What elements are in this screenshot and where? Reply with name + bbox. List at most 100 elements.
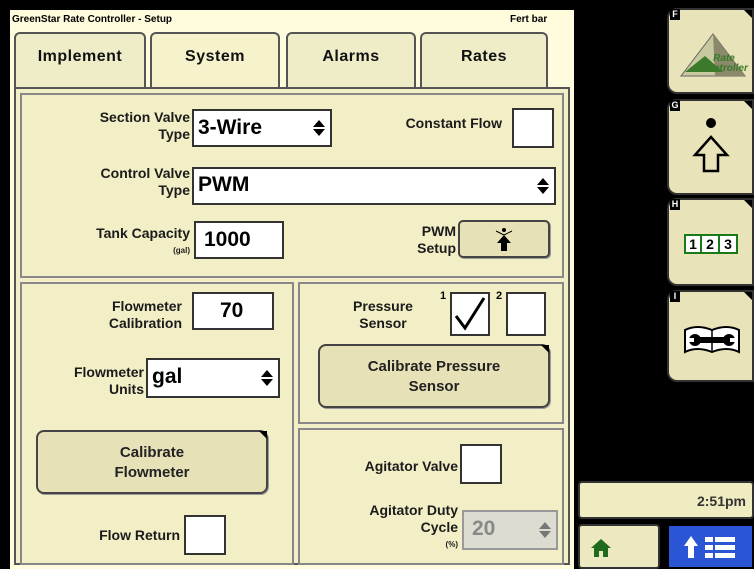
label-line: Cycle <box>420 519 458 535</box>
agitator-duty-unit: (%) <box>445 540 458 549</box>
agitator-duty-select[interactable]: 20 <box>462 510 558 550</box>
agitator-duty-value: 20 <box>472 517 496 540</box>
label-line: Pressure <box>353 298 413 314</box>
label-line: Agitator Duty <box>369 502 458 518</box>
corner-marker <box>744 292 752 300</box>
section-valve-label: Section Valve Type <box>32 109 190 143</box>
pwm-setup-icon <box>495 228 513 251</box>
corner-marker <box>744 101 752 109</box>
flowmeter-group: Flowmeter Calibration 70 Flowmeter Units… <box>20 282 294 565</box>
valve-settings-group: Section Valve Type 3-Wire Constant Flow … <box>20 93 564 278</box>
pressure-sensor-1-checkbox[interactable] <box>450 292 490 336</box>
flowmeter-units-label: Flowmeter Units <box>26 364 144 398</box>
tab-system[interactable]: System <box>150 32 280 89</box>
up-down-icon <box>539 522 551 538</box>
pwm-setup-label: PWM Setup <box>352 223 456 257</box>
tab-label: Alarms <box>322 48 380 65</box>
calibrate-pressure-sensor-button[interactable]: Calibrate Pressure Sensor <box>318 344 550 408</box>
sensor-2-label: 2 <box>496 290 503 302</box>
pwm-setup-button[interactable] <box>458 220 550 258</box>
agitator-valve-label: Agitator Valve <box>364 458 458 474</box>
checkmark-icon <box>454 297 486 331</box>
flowmeter-units-value: gal <box>152 365 183 388</box>
softkey-i[interactable]: I <box>667 290 754 382</box>
section-valve-value: 3-Wire <box>198 116 262 139</box>
softkey-h[interactable]: H 1 2 3 <box>667 198 754 286</box>
label-line: Tank Capacity <box>96 225 190 241</box>
label-line: Flowmeter <box>114 464 190 481</box>
system-panel: Section Valve Type 3-Wire Constant Flow … <box>14 87 570 565</box>
up-down-icon <box>313 120 325 136</box>
sensor-1-label: 1 <box>440 290 447 302</box>
control-valve-label: Control Valve Type <box>32 165 190 199</box>
pressure-sensor-group: Pressure Sensor 1 2 Calibrate Pressure S… <box>298 282 564 424</box>
corner-marker <box>744 10 752 18</box>
up-down-icon <box>537 178 549 194</box>
tank-capacity-value: 1000 <box>204 228 251 251</box>
up-down-icon <box>261 370 273 386</box>
tab-label: Implement <box>37 48 123 65</box>
tab-rates[interactable]: Rates <box>420 32 548 87</box>
tab-implement[interactable]: Implement <box>14 32 146 87</box>
flow-return-label: Flow Return <box>99 527 180 543</box>
label-line: Type <box>158 126 190 142</box>
label-line: Sensor <box>359 315 407 331</box>
digit-1: 1 <box>684 234 702 254</box>
label-line: PWM <box>421 223 456 239</box>
one-two-three-icon: 1 2 3 <box>684 234 738 254</box>
label-line: Calibration <box>108 315 182 331</box>
softkey-letter: I <box>670 291 680 302</box>
softkey-f-rate-controller[interactable]: F Rate Controller <box>667 8 754 94</box>
flowmeter-calibration-input[interactable]: 70 <box>192 292 274 330</box>
calibrate-flowmeter-button[interactable]: Calibrate Flowmeter <box>36 430 268 494</box>
softkey-letter: H <box>670 199 680 210</box>
logo-line: Controller <box>700 63 748 74</box>
home-icon <box>591 539 611 557</box>
label-line: Calibrate <box>119 444 185 461</box>
label-line: Setup <box>417 240 456 256</box>
clock-time: 2:51pm <box>696 493 746 509</box>
clock-display: 2:51pm <box>578 481 754 519</box>
label-line: Sensor <box>408 378 460 395</box>
digit-3: 3 <box>720 234 738 254</box>
control-valve-select[interactable]: PWM <box>192 167 556 205</box>
label-line: Flowmeter <box>73 364 144 380</box>
page-navigation-button[interactable] <box>667 524 754 569</box>
label-line: Units <box>109 381 144 397</box>
label-line: Control Valve <box>100 165 190 181</box>
title-bar: GreenStar Rate Controller - Setup Fert b… <box>10 10 574 29</box>
corner-marker <box>541 345 549 353</box>
tab-label: System <box>185 48 245 65</box>
tank-capacity-label: Tank Capacity (gal) <box>32 225 190 259</box>
constant-flow-checkbox[interactable] <box>512 108 554 148</box>
implement-name: Fert bar <box>510 14 548 25</box>
label-line: Calibrate Pressure <box>367 358 501 375</box>
section-valve-select[interactable]: 3-Wire <box>192 109 332 147</box>
tank-capacity-input[interactable]: 1000 <box>194 221 284 259</box>
agitator-group: Agitator Valve Agitator Duty Cycle (%) 2… <box>298 428 564 565</box>
digit-2: 2 <box>702 234 720 254</box>
home-button[interactable] <box>578 524 660 569</box>
label-line: Type <box>158 182 190 198</box>
up-arrow-dot-icon <box>692 118 730 173</box>
label-line: Flowmeter <box>111 298 182 314</box>
constant-flow-label: Constant Flow <box>405 115 502 131</box>
agitator-valve-checkbox[interactable] <box>460 444 502 484</box>
tab-label: Rates <box>460 48 508 65</box>
manual-wrench-icon <box>684 326 740 354</box>
navigation-menu-icon <box>684 536 735 558</box>
tab-alarms[interactable]: Alarms <box>286 32 416 87</box>
rate-controller-logo-text: Rate Controller <box>699 54 749 74</box>
agitator-duty-label: Agitator Duty Cycle (%) <box>308 502 458 553</box>
control-valve-value: PWM <box>198 173 250 196</box>
pressure-sensor-2-checkbox[interactable] <box>506 292 546 336</box>
tank-capacity-unit: (gal) <box>173 246 190 255</box>
corner-marker <box>259 431 267 439</box>
corner-marker <box>744 200 752 208</box>
flow-return-checkbox[interactable] <box>184 515 226 555</box>
flowmeter-calibration-value: 70 <box>220 299 244 322</box>
softkey-letter: F <box>670 9 680 20</box>
flowmeter-units-select[interactable]: gal <box>146 358 280 398</box>
flowmeter-calibration-label: Flowmeter Calibration <box>32 298 182 332</box>
softkey-g[interactable]: G <box>667 99 754 195</box>
